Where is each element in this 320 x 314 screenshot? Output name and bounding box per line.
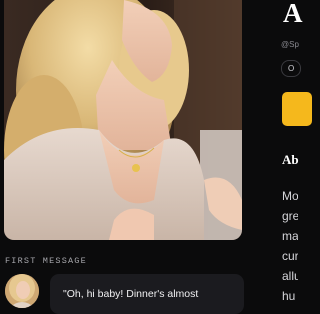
first-message-text: "Oh, hi baby! Dinner's almost <box>63 288 199 300</box>
start-chat-button[interactable] <box>282 92 312 126</box>
about-line: ma <box>282 229 298 243</box>
about-heading: Ab <box>282 152 299 167</box>
tag-pill[interactable]: O <box>281 60 302 77</box>
about-line: Mo <box>282 189 298 203</box>
about-line: cur <box>282 249 298 263</box>
creator-handle[interactable]: @Sp <box>281 40 299 49</box>
character-name: A <box>283 0 303 28</box>
avatar <box>5 274 39 308</box>
character-photo <box>4 0 242 240</box>
about-text: Mo gre ma cur allu hu <box>282 186 298 306</box>
avatar-image <box>5 274 39 308</box>
first-message-bubble: "Oh, hi baby! Dinner's almost <box>50 274 244 314</box>
about-line: allu <box>282 269 298 283</box>
first-message-label: FIRST MESSAGE <box>5 256 87 266</box>
character-image <box>4 0 242 240</box>
about-line: hu <box>282 289 296 303</box>
about-line: gre <box>282 209 298 223</box>
